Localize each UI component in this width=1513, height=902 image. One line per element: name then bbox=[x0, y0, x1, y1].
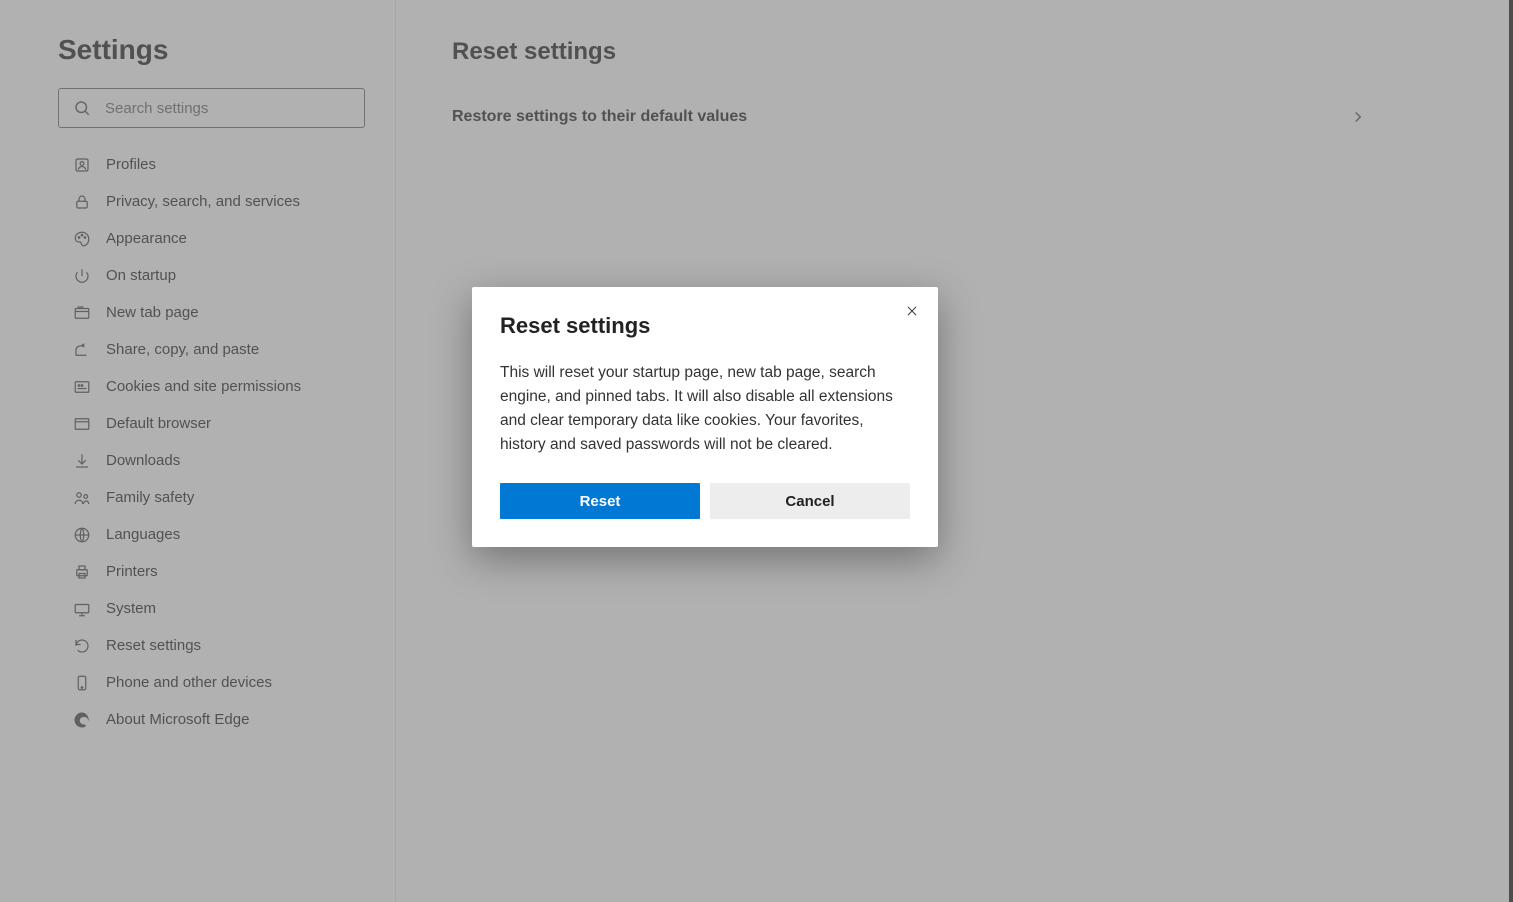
dialog-close-button[interactable] bbox=[898, 297, 926, 325]
close-icon bbox=[905, 304, 919, 318]
cancel-button[interactable]: Cancel bbox=[710, 483, 910, 519]
reset-settings-dialog: Reset settings This will reset your star… bbox=[472, 287, 938, 547]
dialog-body: This will reset your startup page, new t… bbox=[500, 361, 910, 457]
dialog-title: Reset settings bbox=[500, 313, 910, 339]
reset-button[interactable]: Reset bbox=[500, 483, 700, 519]
dialog-actions: Reset Cancel bbox=[500, 483, 910, 519]
